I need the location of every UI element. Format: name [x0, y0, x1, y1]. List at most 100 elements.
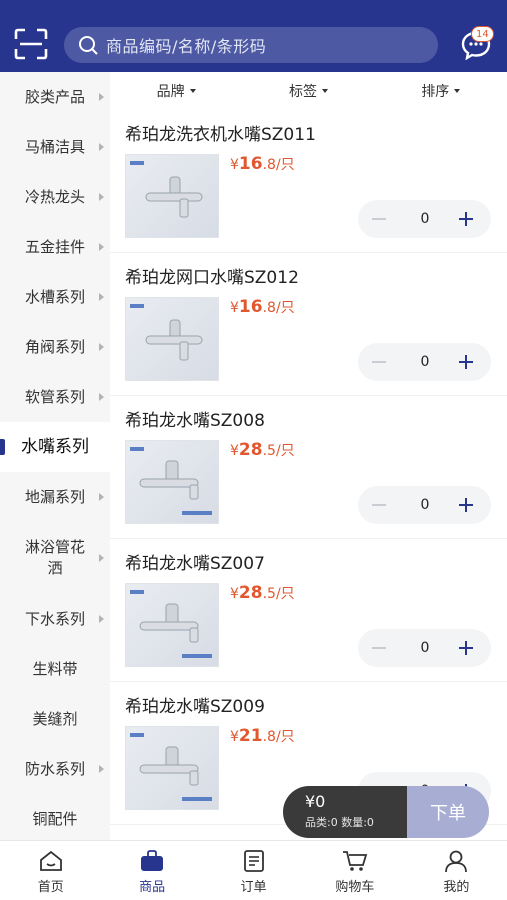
chevron-right-icon: [99, 615, 104, 623]
product-card[interactable]: 希珀龙水嘴SZ008 ¥28.5/只 0: [110, 396, 507, 539]
price-currency: ¥: [230, 729, 239, 745]
tab-orders-label: 订单: [240, 880, 267, 895]
minus-icon[interactable]: [372, 218, 386, 220]
product-image[interactable]: [125, 440, 219, 524]
sidebar-item[interactable]: 铜配件: [0, 794, 110, 840]
price-unit: /只: [275, 300, 295, 316]
faucet-icon: [130, 161, 203, 218]
price-currency: ¥: [230, 443, 239, 459]
faucet-icon: [130, 304, 203, 361]
tab-home[interactable]: 首页: [0, 841, 101, 900]
chevron-right-icon: [99, 193, 104, 201]
filter-tag[interactable]: 标签: [242, 72, 374, 110]
sidebar-item-label: 胶类产品: [24, 87, 85, 106]
chevron-right-icon: [99, 143, 104, 151]
product-image[interactable]: [125, 297, 219, 381]
tab-mine-label: 我的: [443, 880, 470, 895]
price-unit: /只: [275, 729, 295, 745]
sidebar-item[interactable]: 五金挂件: [0, 222, 110, 272]
sidebar-item-label: 下水系列: [24, 609, 85, 628]
product-price: ¥28.5/只: [230, 440, 295, 460]
filter-brand[interactable]: 品牌: [110, 72, 242, 110]
tab-mine[interactable]: 我的: [406, 841, 507, 900]
price-currency: ¥: [230, 300, 239, 316]
plus-icon[interactable]: [459, 498, 473, 512]
sidebar-item[interactable]: 角阀系列: [0, 322, 110, 372]
product-card[interactable]: 希珀龙洗衣机水嘴SZ011 ¥16.8/只 0: [110, 110, 507, 253]
minus-icon[interactable]: [372, 504, 386, 506]
message-badge: 14: [471, 26, 494, 42]
product-price: ¥16.8/只: [230, 154, 295, 174]
price-integer: 16: [238, 154, 263, 174]
minus-icon[interactable]: [372, 647, 386, 649]
search-icon: [79, 36, 98, 55]
sidebar-item-label: 生料带: [32, 659, 78, 678]
sidebar-item[interactable]: 冷热龙头: [0, 172, 110, 222]
tab-products-label: 商品: [139, 880, 166, 895]
sidebar-item-label: 铜配件: [32, 809, 78, 828]
quantity-stepper: 0: [358, 486, 491, 524]
quantity-stepper: 0: [358, 629, 491, 667]
chevron-right-icon: [99, 93, 104, 101]
sidebar-item[interactable]: 胶类产品: [0, 72, 110, 122]
sidebar-item-label: 冷热龙头: [24, 187, 85, 206]
search-input[interactable]: 商品编码/名称/条形码: [64, 27, 438, 63]
cart-total: ¥0: [305, 792, 326, 811]
sidebar-item[interactable]: 地漏系列: [0, 472, 110, 522]
place-order-button[interactable]: 下单: [407, 786, 489, 838]
category-sidebar: 胶类产品 马桶洁具 冷热龙头 五金挂件 水槽系列 角阀系列 软管系列 水嘴系列 …: [0, 72, 110, 840]
sidebar-item-label: 美缝剂: [32, 709, 78, 728]
chevron-right-icon: [99, 765, 104, 773]
product-card[interactable]: 希珀龙网口水嘴SZ012 ¥16.8/只 0: [110, 253, 507, 396]
price-decimal: .8: [262, 157, 276, 173]
sidebar-item-label: 地漏系列: [24, 487, 85, 506]
sidebar-item[interactable]: 马桶洁具: [0, 122, 110, 172]
scan-icon[interactable]: [14, 28, 48, 60]
sidebar-item-label: 马桶洁具: [24, 137, 85, 156]
quantity-value: 0: [420, 497, 430, 513]
price-integer: 28: [238, 440, 263, 460]
quantity-stepper: 0: [358, 200, 491, 238]
bottom-tab-bar: 首页 商品 订单 购物车 我的: [0, 840, 507, 900]
chevron-right-icon: [99, 493, 104, 501]
sidebar-item[interactable]: 淋浴管花洒: [0, 522, 110, 594]
tab-orders[interactable]: 订单: [203, 841, 304, 900]
product-image[interactable]: [125, 583, 219, 667]
plus-icon[interactable]: [459, 355, 473, 369]
user-icon: [445, 850, 468, 873]
home-icon: [39, 850, 62, 871]
product-name: 希珀龙网口水嘴SZ012: [125, 268, 299, 288]
product-image[interactable]: [125, 154, 219, 238]
caret-down-icon: [189, 89, 196, 93]
quantity-value: 0: [420, 640, 430, 656]
cart-icon: [342, 851, 368, 871]
filter-sort[interactable]: 排序: [375, 72, 507, 110]
cart-info[interactable]: ¥0 品类:0 数量:0: [283, 786, 407, 838]
product-list: 希珀龙洗衣机水嘴SZ011 ¥16.8/只 0 希珀龙网口水嘴SZ012 ¥16…: [110, 110, 507, 840]
tab-cart-label: 购物车: [335, 880, 375, 895]
minus-icon[interactable]: [372, 361, 386, 363]
price-unit: /只: [275, 443, 295, 459]
sidebar-item-label: 防水系列: [24, 759, 85, 778]
product-card[interactable]: 希珀龙水嘴SZ007 ¥28.5/只 0: [110, 539, 507, 682]
price-currency: ¥: [230, 586, 239, 602]
quantity-stepper: 0: [358, 343, 491, 381]
sidebar-item[interactable]: 下水系列: [0, 594, 110, 644]
product-price: ¥16.8/只: [230, 297, 295, 317]
product-price: ¥28.5/只: [230, 583, 295, 603]
sidebar-item-active[interactable]: 水嘴系列: [0, 422, 110, 472]
sidebar-item[interactable]: 美缝剂: [0, 694, 110, 744]
faucet-icon: [130, 447, 212, 515]
product-image[interactable]: [125, 726, 219, 810]
sidebar-item[interactable]: 软管系列: [0, 372, 110, 422]
plus-icon[interactable]: [459, 212, 473, 226]
sidebar-item[interactable]: 生料带: [0, 644, 110, 694]
filter-tag-label: 标签: [288, 84, 317, 100]
sidebar-item[interactable]: 防水系列: [0, 744, 110, 794]
tab-cart[interactable]: 购物车: [304, 841, 405, 900]
plus-icon[interactable]: [459, 641, 473, 655]
sidebar-item[interactable]: 水槽系列: [0, 272, 110, 322]
tab-products[interactable]: 商品: [101, 841, 202, 900]
chevron-right-icon: [99, 554, 104, 562]
quantity-value: 0: [420, 211, 430, 227]
